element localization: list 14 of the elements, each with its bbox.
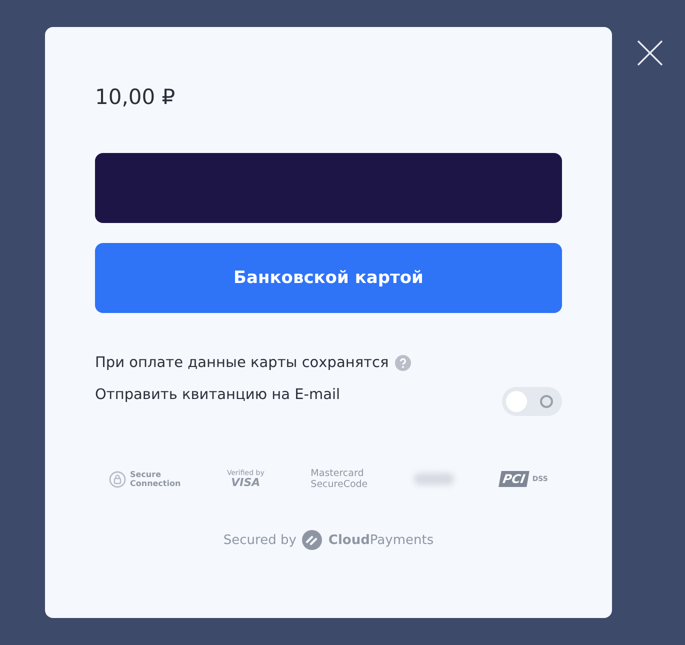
brand-logo-icon bbox=[302, 530, 322, 550]
card-pay-button[interactable]: Банковской картой bbox=[95, 243, 562, 313]
save-card-note: При оплате данные карты сохранятся bbox=[95, 355, 389, 371]
blurred-logo-icon bbox=[414, 473, 454, 485]
brand-name: CloudPayments bbox=[328, 532, 434, 548]
receipt-label: Отправить квитанцию на E-mail bbox=[95, 387, 340, 403]
security-seal-label: Mastercard SecureCode bbox=[310, 468, 368, 490]
help-icon[interactable] bbox=[394, 355, 411, 371]
close-button[interactable] bbox=[637, 40, 663, 66]
lock-icon bbox=[109, 470, 126, 488]
secured-by-text: Secured by bbox=[223, 532, 296, 548]
security-seal-label: Secure Connection bbox=[130, 470, 181, 488]
email-receipt-toggle[interactable] bbox=[502, 387, 562, 416]
amount-text: 10,00 ₽ bbox=[95, 85, 176, 111]
